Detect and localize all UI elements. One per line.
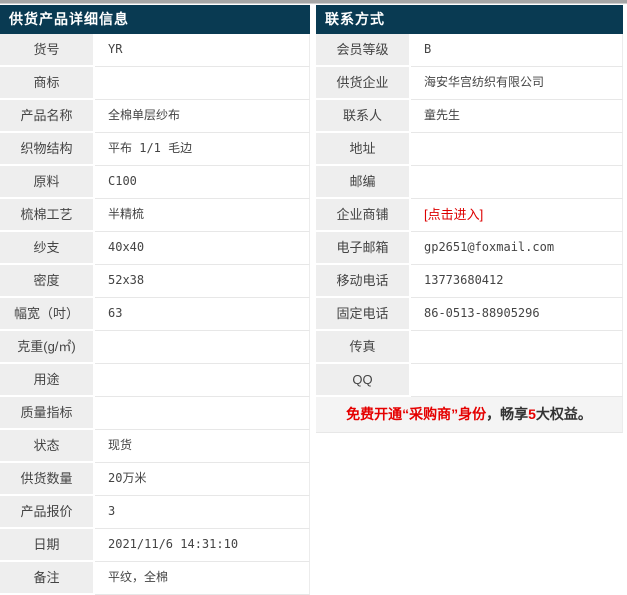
promo-text: ，畅享	[486, 406, 529, 422]
table-row-address: 地址	[316, 133, 623, 166]
buyer-promo-banner: 免费开通“采购商”身份，畅享5大权益。	[316, 397, 623, 433]
row-label: 传真	[316, 331, 411, 364]
table-row-usage: 用途	[0, 364, 310, 397]
table-row-remarks: 备注 平纹，全棉	[0, 562, 310, 595]
row-label: 会员等级	[316, 34, 411, 67]
table-row-fabric-structure: 织物结构 平布 1/1 毛边	[0, 133, 310, 166]
row-label: 产品名称	[0, 100, 95, 133]
row-value	[411, 133, 623, 166]
row-label: 日期	[0, 529, 95, 562]
table-row-company-shop: 企业商铺 [点击进入]	[316, 199, 623, 232]
product-table-title: 供货产品详细信息	[0, 5, 310, 34]
table-row-member-level: 会员等级 B	[316, 34, 623, 67]
row-label: 供货数量	[0, 463, 95, 496]
row-label: 克重(g/㎡)	[0, 331, 95, 364]
row-label: 纱支	[0, 232, 95, 265]
promo-text-tail: 大权益。	[535, 406, 592, 422]
row-value	[95, 67, 310, 100]
row-value: YR	[95, 34, 310, 67]
row-label: 状态	[0, 430, 95, 463]
row-value	[95, 397, 310, 430]
top-divider-strip	[0, 0, 627, 4]
row-label: 织物结构	[0, 133, 95, 166]
table-row-brand: 商标	[0, 67, 310, 100]
row-value: 平纹，全棉	[95, 562, 310, 595]
row-value: 13773680412	[411, 265, 623, 298]
table-row-supplier-company: 供货企业 海安华宫纺织有限公司	[316, 67, 623, 100]
shop-enter-link[interactable]: [点击进入]	[424, 207, 483, 222]
row-label: QQ	[316, 364, 411, 397]
row-label: 地址	[316, 133, 411, 166]
table-row-product-name: 产品名称 全棉单层纱布	[0, 100, 310, 133]
row-label: 用途	[0, 364, 95, 397]
table-row-fax: 传真	[316, 331, 623, 364]
table-row-raw-material: 原料 C100	[0, 166, 310, 199]
table-row-item-no: 货号 YR	[0, 34, 310, 67]
row-label: 邮编	[316, 166, 411, 199]
row-value: 平布 1/1 毛边	[95, 133, 310, 166]
row-value: 童先生	[411, 100, 623, 133]
row-value	[411, 166, 623, 199]
row-label: 幅宽（吋）	[0, 298, 95, 331]
row-value: 海安华宫纺织有限公司	[411, 67, 623, 100]
table-row-weight: 克重(g/㎡)	[0, 331, 310, 364]
row-label: 产品报价	[0, 496, 95, 529]
row-label: 原料	[0, 166, 95, 199]
row-value: 40x40	[95, 232, 310, 265]
row-value: 半精梳	[95, 199, 310, 232]
row-value: 52x38	[95, 265, 310, 298]
table-row-qq: QQ	[316, 364, 623, 397]
table-row-email: 电子邮箱 gp2651@foxmail.com	[316, 232, 623, 265]
row-value: 全棉单层纱布	[95, 100, 310, 133]
row-value: 现货	[95, 430, 310, 463]
row-value: gp2651@foxmail.com	[411, 232, 623, 265]
row-value	[95, 331, 310, 364]
row-label: 梳棉工艺	[0, 199, 95, 232]
contact-info-table: 联系方式 会员等级 B 供货企业 海安华宫纺织有限公司 联系人 童先生 地址 邮…	[316, 5, 623, 433]
row-label: 质量指标	[0, 397, 95, 430]
table-row-density: 密度 52x38	[0, 265, 310, 298]
row-value: 63	[95, 298, 310, 331]
table-row-supply-quantity: 供货数量 20万米	[0, 463, 310, 496]
table-row-quality-index: 质量指标	[0, 397, 310, 430]
row-label: 供货企业	[316, 67, 411, 100]
table-row-contact-person: 联系人 童先生	[316, 100, 623, 133]
table-row-status: 状态 现货	[0, 430, 310, 463]
row-label: 密度	[0, 265, 95, 298]
table-row-mobile-phone: 移动电话 13773680412	[316, 265, 623, 298]
row-value: 3	[95, 496, 310, 529]
row-value: B	[411, 34, 623, 67]
row-value: C100	[95, 166, 310, 199]
row-value	[95, 364, 310, 397]
table-row-fixed-phone: 固定电话 86-0513-88905296	[316, 298, 623, 331]
row-label: 电子邮箱	[316, 232, 411, 265]
table-row-quote: 产品报价 3	[0, 496, 310, 529]
row-label: 联系人	[316, 100, 411, 133]
table-row-yarn-count: 纱支 40x40	[0, 232, 310, 265]
table-row-combing-process: 梳棉工艺 半精梳	[0, 199, 310, 232]
row-value	[411, 331, 623, 364]
row-value: 20万米	[95, 463, 310, 496]
row-label: 移动电话	[316, 265, 411, 298]
buyer-promo-link[interactable]: 免费开通“采购商”身份	[346, 406, 486, 422]
row-value	[411, 364, 623, 397]
table-row-zip-code: 邮编	[316, 166, 623, 199]
row-value: 2021/11/6 14:31:10	[95, 529, 310, 562]
table-row-date: 日期 2021/11/6 14:31:10	[0, 529, 310, 562]
row-label: 货号	[0, 34, 95, 67]
row-label: 备注	[0, 562, 95, 595]
product-detail-table: 供货产品详细信息 货号 YR 商标 产品名称 全棉单层纱布 织物结构 平布 1/…	[0, 5, 310, 595]
table-row-width: 幅宽（吋） 63	[0, 298, 310, 331]
promo-benefit-count: 5	[528, 406, 536, 422]
row-value: 86-0513-88905296	[411, 298, 623, 331]
row-label: 固定电话	[316, 298, 411, 331]
row-label: 商标	[0, 67, 95, 100]
row-value-shop: [点击进入]	[411, 199, 623, 232]
contact-table-title: 联系方式	[316, 5, 623, 34]
row-label: 企业商铺	[316, 199, 411, 232]
